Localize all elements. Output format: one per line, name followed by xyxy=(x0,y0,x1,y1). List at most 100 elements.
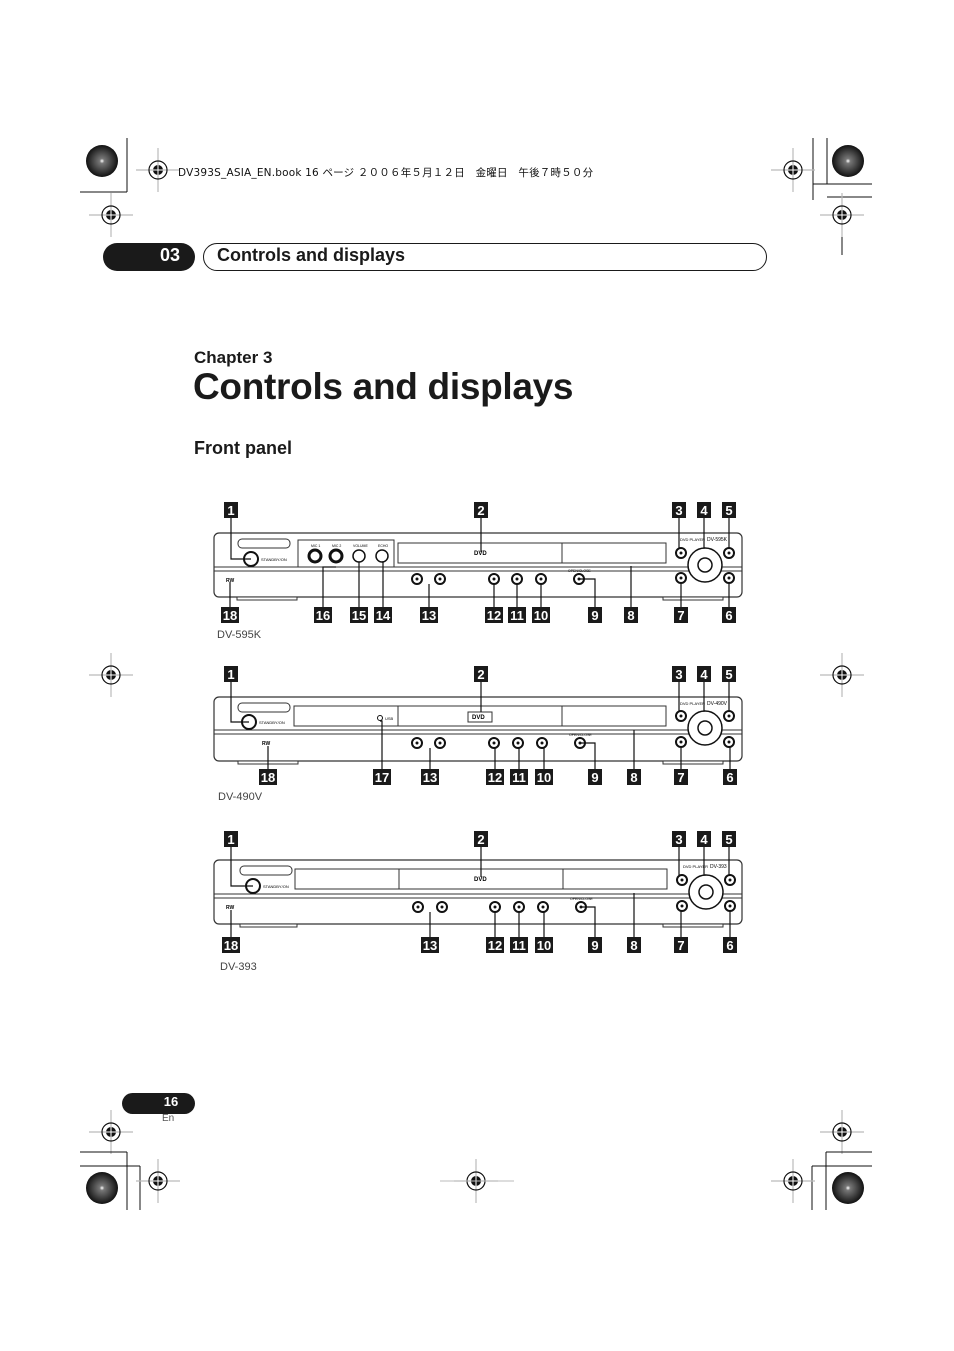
pause-button[interactable] xyxy=(512,737,524,749)
enter-button[interactable] xyxy=(698,884,714,900)
dvd-logo: DVD xyxy=(474,877,487,883)
volume-knob[interactable] xyxy=(352,549,366,563)
echo-label: ECHO xyxy=(378,544,388,548)
page-number: 16 xyxy=(163,1094,179,1109)
menu-button[interactable] xyxy=(723,710,735,722)
callout-number: 9 xyxy=(591,938,598,953)
callout-number: 6 xyxy=(726,770,733,785)
mic2-jack[interactable] xyxy=(328,548,344,564)
callout-number: 10 xyxy=(537,938,551,953)
callout-number: 12 xyxy=(487,608,501,623)
page-language: En xyxy=(162,1113,175,1124)
model-badge: DV-393 xyxy=(710,864,727,870)
enter-button[interactable] xyxy=(697,557,713,573)
dvd-logo: DVD xyxy=(472,715,485,721)
model-badge: DV-490V xyxy=(707,701,728,707)
model-label: DV-490V xyxy=(218,791,263,803)
callout-number: 7 xyxy=(677,938,684,953)
volume-label: VOLUME xyxy=(353,544,368,548)
echo-knob[interactable] xyxy=(375,549,389,563)
return-button[interactable] xyxy=(723,572,735,584)
menu-button[interactable] xyxy=(724,874,736,886)
callout-number: 9 xyxy=(591,608,598,623)
model-label: DV-393 xyxy=(220,961,257,973)
prev-button[interactable] xyxy=(411,573,423,585)
callout-number: 11 xyxy=(510,608,524,623)
callout-number: 18 xyxy=(224,938,238,953)
home-menu-button[interactable] xyxy=(675,736,687,748)
callout-number: 5 xyxy=(725,503,732,518)
home-menu-button[interactable] xyxy=(676,900,688,912)
pause-button[interactable] xyxy=(511,573,523,585)
callout-number: 7 xyxy=(677,770,684,785)
pioneer-logo xyxy=(239,865,293,876)
pause-button[interactable] xyxy=(513,901,525,913)
callout-number: 11 xyxy=(512,770,526,785)
return-button[interactable] xyxy=(724,900,736,912)
callout-number: 10 xyxy=(534,608,548,623)
play-button[interactable] xyxy=(536,737,548,749)
callout-number: 18 xyxy=(261,770,275,785)
model-badge: DV-595K xyxy=(707,537,728,543)
usb-label: USB xyxy=(385,716,394,721)
prev-button[interactable] xyxy=(412,901,424,913)
callout-number: 12 xyxy=(488,938,502,953)
dvd-player-label: DVD PLAYER xyxy=(680,537,705,542)
callout-number: 13 xyxy=(423,938,437,953)
panel-dv-490v: STANDBY/ON USB DVD DVD PLAYER DV-490V RW… xyxy=(213,696,743,765)
callout-number: 9 xyxy=(591,770,598,785)
standby-label: STANDBY/ON xyxy=(261,557,287,562)
open-close-label: OPEN/CLOSE xyxy=(569,733,592,737)
model-label: DV-595K xyxy=(217,629,262,641)
display-window xyxy=(561,542,667,564)
prev-button[interactable] xyxy=(411,737,423,749)
callout-number: 3 xyxy=(675,503,682,518)
callout-number: 7 xyxy=(677,608,684,623)
stop-button[interactable] xyxy=(488,737,500,749)
stop-button[interactable] xyxy=(489,901,501,913)
mic1-jack[interactable] xyxy=(307,548,323,564)
display-window xyxy=(562,868,668,890)
rw-logo: RW xyxy=(226,905,235,911)
play-button[interactable] xyxy=(537,901,549,913)
panel-dv-393: STANDBY/ON DVD DVD PLAYER DV-393 RW OPEN… xyxy=(213,859,743,928)
stop-button[interactable] xyxy=(488,573,500,585)
top-menu-button[interactable] xyxy=(675,710,687,722)
next-button[interactable] xyxy=(434,737,446,749)
home-menu-button[interactable] xyxy=(675,572,687,584)
standby-label: STANDBY/ON xyxy=(263,884,289,889)
play-button[interactable] xyxy=(535,573,547,585)
callout-number: 11 xyxy=(512,938,526,953)
callout-number: 6 xyxy=(725,608,732,623)
enter-button[interactable] xyxy=(697,720,713,736)
callout-number: 1 xyxy=(227,832,234,847)
callout-number: 1 xyxy=(227,503,234,518)
callout-number: 5 xyxy=(725,832,732,847)
pioneer-logo xyxy=(237,538,291,549)
front-panel-diagrams: STANDBY/ON MIC 1 MIC 2 VOLUME ECHO DVD D… xyxy=(213,502,743,953)
top-menu-button[interactable] xyxy=(675,547,687,559)
callout-number: 1 xyxy=(227,667,234,682)
callout-number: 12 xyxy=(488,770,502,785)
pioneer-logo xyxy=(237,702,291,713)
callout-number: 4 xyxy=(700,503,708,518)
usb-port[interactable] xyxy=(377,715,383,721)
next-button[interactable] xyxy=(434,573,446,585)
mic1-label: MIC 1 xyxy=(311,544,320,548)
callout-number: 2 xyxy=(477,503,484,518)
callout-number: 4 xyxy=(700,832,708,847)
callout-number: 13 xyxy=(423,770,437,785)
callout-number: 5 xyxy=(725,667,732,682)
open-close-label: OPEN/CLOSE xyxy=(570,897,593,901)
dvd-player-label: DVD PLAYER xyxy=(680,701,705,706)
callout-number: 2 xyxy=(477,832,484,847)
next-button[interactable] xyxy=(436,901,448,913)
menu-button[interactable] xyxy=(723,547,735,559)
callout-number: 17 xyxy=(375,770,389,785)
rw-logo: RW xyxy=(262,741,271,747)
top-menu-button[interactable] xyxy=(676,874,688,886)
callout-number: 3 xyxy=(675,667,682,682)
return-button[interactable] xyxy=(723,736,735,748)
callout-number: 15 xyxy=(352,608,366,623)
callout-number: 14 xyxy=(376,608,391,623)
